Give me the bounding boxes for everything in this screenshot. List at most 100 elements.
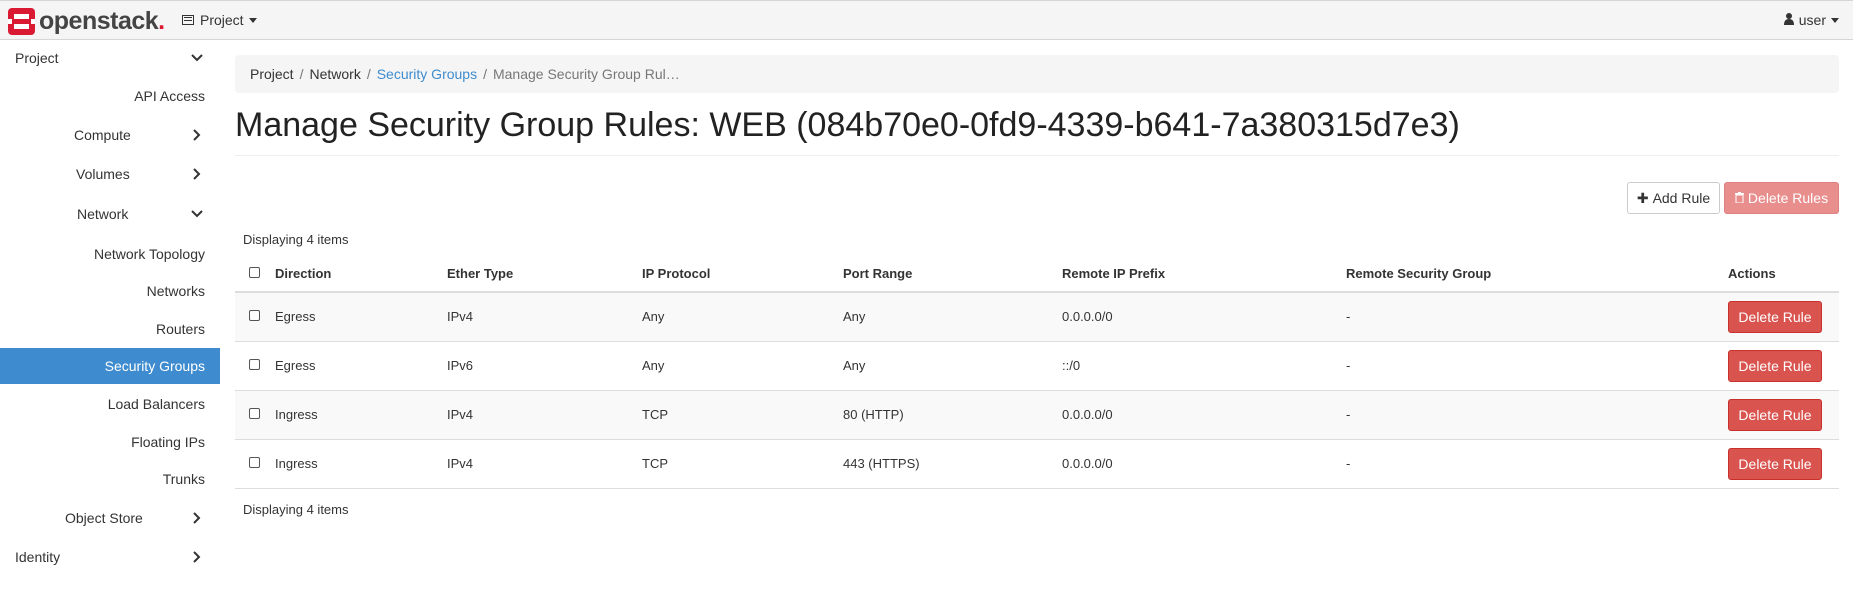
add-rule-button[interactable]: ✚ Add Rule	[1627, 182, 1720, 214]
column-header-ip-protocol[interactable]: IP Protocol	[642, 256, 843, 293]
column-header-ether-type[interactable]: Ether Type	[447, 256, 642, 293]
top-navbar: openstack. Project user	[0, 0, 1853, 40]
sidebar-item-label: Volumes	[76, 166, 130, 182]
row-checkbox[interactable]	[249, 359, 260, 370]
sidebar-item-object-store[interactable]: Object Store	[65, 500, 210, 536]
cell-ip-protocol: TCP	[642, 439, 843, 489]
sidebar-item-trunks[interactable]: Trunks	[163, 461, 205, 497]
delete-rule-button[interactable]: Delete Rule	[1728, 300, 1822, 333]
breadcrumb: Project / Network / Security Groups / Ma…	[235, 55, 1839, 93]
delete-rule-button[interactable]: Delete Rule	[1728, 398, 1822, 431]
sidebar-item-floating-ips[interactable]: Floating IPs	[131, 424, 205, 460]
cell-direction: Ingress	[275, 390, 447, 440]
chevron-right-icon	[190, 167, 204, 181]
brand-text: openstack.	[39, 6, 165, 35]
table-row: Ingress IPv4 TCP 80 (HTTP) 0.0.0.0/0 - D…	[235, 390, 1839, 440]
cell-direction: Egress	[275, 292, 447, 342]
chevron-down-icon	[190, 207, 204, 221]
openstack-logo-icon	[8, 7, 35, 35]
sidebar-item-label: Compute	[74, 127, 131, 143]
sidebar-item-label: Trunks	[162, 471, 205, 487]
cell-actions: Delete Rule	[1728, 341, 1839, 391]
rules-table: Direction Ether Type IP Protocol Port Ra…	[235, 256, 1839, 489]
sidebar-item-label: Load Balancers	[107, 396, 205, 412]
project-icon	[182, 15, 194, 25]
breadcrumb-item-network[interactable]: Network	[309, 66, 360, 82]
sidebar-item-label: Identity	[15, 549, 61, 565]
cell-ether-type: IPv4	[447, 439, 642, 489]
user-menu-label: user	[1798, 12, 1826, 28]
column-header-port-range[interactable]: Port Range	[843, 256, 1062, 293]
column-header-direction[interactable]: Direction	[275, 256, 447, 293]
delete-rule-button[interactable]: Delete Rule	[1728, 447, 1822, 480]
sidebar-item-security-groups[interactable]: Security Groups	[0, 348, 220, 384]
cell-remote-ip-prefix: 0.0.0.0/0	[1062, 439, 1346, 489]
caret-down-icon	[1831, 17, 1839, 23]
row-checkbox[interactable]	[249, 408, 260, 419]
sidebar-item-label: Object Store	[65, 510, 143, 526]
sidebar-item-load-balancers[interactable]: Load Balancers	[108, 386, 205, 422]
cell-remote-ip-prefix: 0.0.0.0/0	[1062, 390, 1346, 440]
cell-ether-type: IPv4	[447, 292, 642, 342]
sidebar-item-routers[interactable]: Routers	[156, 311, 205, 347]
sidebar-item-volumes[interactable]: Volumes	[76, 156, 210, 192]
cell-remote-security-group: -	[1346, 292, 1728, 342]
breadcrumb-item-current: Manage Security Group Rul…	[492, 66, 680, 82]
select-all-checkbox[interactable]	[249, 267, 260, 278]
cell-port-range: Any	[843, 292, 1062, 342]
cell-ip-protocol: TCP	[642, 390, 843, 440]
sidebar-item-networks[interactable]: Networks	[147, 273, 205, 309]
sidebar-item-api-access[interactable]: API Access	[134, 78, 205, 114]
cell-remote-security-group: -	[1346, 439, 1728, 489]
cell-port-range: 443 (HTTPS)	[843, 439, 1062, 489]
plus-icon: ✚	[1636, 189, 1649, 206]
breadcrumb-item-security-groups[interactable]: Security Groups	[377, 66, 477, 82]
column-header-remote-ip-prefix[interactable]: Remote IP Prefix	[1062, 256, 1346, 293]
sidebar-item-project[interactable]: Project	[15, 40, 210, 76]
openstack-logo[interactable]: openstack.	[8, 7, 165, 35]
sidebar-item-label: Routers	[155, 321, 205, 337]
item-count-top: Displaying 4 items	[243, 232, 349, 247]
chevron-right-icon	[190, 511, 204, 525]
sidebar-item-network[interactable]: Network	[77, 196, 210, 232]
delete-rules-button[interactable]: Delete Rules	[1724, 182, 1839, 214]
sidebar-item-compute[interactable]: Compute	[74, 117, 210, 153]
cell-remote-security-group: -	[1346, 341, 1728, 391]
cell-ether-type: IPv4	[447, 390, 642, 440]
item-count-bottom: Displaying 4 items	[243, 502, 349, 517]
cell-actions: Delete Rule	[1728, 292, 1839, 342]
sidebar-item-label: Project	[15, 50, 59, 66]
cell-direction: Egress	[275, 341, 447, 391]
breadcrumb-separator: /	[483, 66, 487, 82]
cell-remote-ip-prefix: ::/0	[1062, 341, 1346, 391]
delete-rules-label: Delete Rules	[1747, 190, 1829, 206]
table-row: Egress IPv4 Any Any 0.0.0.0/0 - Delete R…	[235, 292, 1839, 342]
sidebar-item-label: Floating IPs	[131, 434, 205, 450]
cell-ip-protocol: Any	[642, 341, 843, 391]
chevron-down-icon	[190, 51, 204, 65]
sidebar-item-label: API Access	[134, 88, 205, 104]
sidebar-item-network-topology[interactable]: Network Topology	[94, 236, 205, 272]
table-row: Egress IPv6 Any Any ::/0 - Delete Rule	[235, 341, 1839, 391]
chevron-right-icon	[190, 128, 204, 142]
cell-remote-security-group: -	[1346, 390, 1728, 440]
cell-actions: Delete Rule	[1728, 439, 1839, 489]
column-header-actions: Actions	[1728, 256, 1839, 293]
breadcrumb-separator: /	[366, 66, 371, 82]
trash-icon	[1734, 190, 1744, 206]
add-rule-label: Add Rule	[1652, 190, 1711, 206]
row-checkbox[interactable]	[249, 310, 260, 322]
project-menu[interactable]: Project	[182, 12, 257, 28]
delete-rule-button[interactable]: Delete Rule	[1728, 349, 1822, 382]
user-menu[interactable]: user	[1783, 12, 1839, 28]
sidebar-item-label: Networks	[146, 283, 205, 299]
table-row: Ingress IPv4 TCP 443 (HTTPS) 0.0.0.0/0 -…	[235, 439, 1839, 489]
cell-ip-protocol: Any	[642, 292, 843, 342]
cell-port-range: Any	[843, 341, 1062, 391]
cell-ether-type: IPv6	[447, 341, 642, 391]
sidebar-item-identity[interactable]: Identity	[15, 539, 210, 575]
project-menu-label: Project	[200, 12, 244, 28]
breadcrumb-item-project[interactable]: Project	[250, 66, 294, 82]
row-checkbox[interactable]	[249, 457, 260, 468]
column-header-remote-security-group[interactable]: Remote Security Group	[1346, 256, 1728, 293]
